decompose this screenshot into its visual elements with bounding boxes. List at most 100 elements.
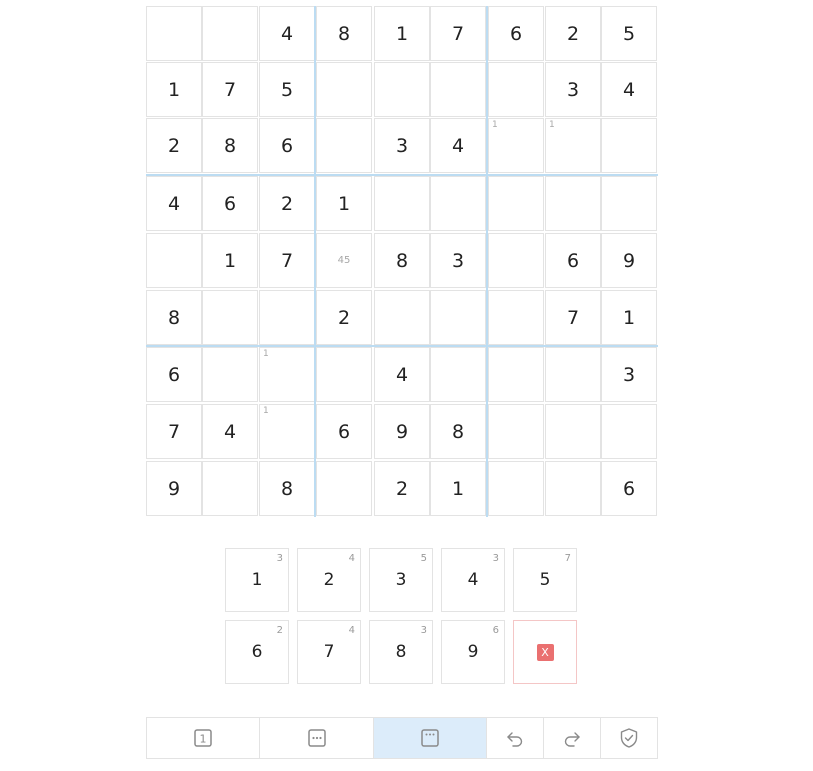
cell-r2c2[interactable]: 7	[202, 62, 258, 117]
cell-r1c6[interactable]: 7	[430, 6, 486, 61]
cell-r9c4[interactable]	[316, 461, 372, 516]
cell-r7c5[interactable]: 4	[374, 347, 430, 402]
cell-r1c7[interactable]: 6	[488, 6, 544, 61]
cell-r8c3[interactable]: 1	[259, 404, 315, 459]
cell-r6c9[interactable]: 1	[601, 290, 657, 345]
corner-mode-button[interactable]	[260, 718, 374, 758]
digit-key-6[interactable]: 62	[225, 620, 289, 684]
cell-r8c8[interactable]	[545, 404, 601, 459]
cell-r8c7[interactable]	[488, 404, 544, 459]
cell-r2c8[interactable]: 3	[545, 62, 601, 117]
cell-r7c1[interactable]: 6	[146, 347, 202, 402]
cell-r5c8[interactable]: 6	[545, 233, 601, 288]
cell-r7c7[interactable]	[488, 347, 544, 402]
cell-r2c3[interactable]: 5	[259, 62, 315, 117]
cell-r6c2[interactable]	[202, 290, 258, 345]
cell-r2c6[interactable]	[430, 62, 486, 117]
cell-r9c9[interactable]: 6	[601, 461, 657, 516]
cell-r9c1[interactable]: 9	[146, 461, 202, 516]
cell-r5c7[interactable]	[488, 233, 544, 288]
cell-r1c2[interactable]	[202, 6, 258, 61]
cell-r4c2[interactable]: 6	[202, 176, 258, 231]
cell-value: 3	[622, 363, 636, 386]
cell-r8c5[interactable]: 9	[374, 404, 430, 459]
cell-r4c9[interactable]	[601, 176, 657, 231]
cell-r5c5[interactable]: 8	[374, 233, 430, 288]
cell-r4c6[interactable]	[430, 176, 486, 231]
erase-button[interactable]: X	[513, 620, 577, 684]
cell-r6c6[interactable]	[430, 290, 486, 345]
cell-r5c3[interactable]: 7	[259, 233, 315, 288]
cell-r3c4[interactable]	[316, 118, 372, 173]
cell-r5c9[interactable]: 9	[601, 233, 657, 288]
cell-r4c7[interactable]	[488, 176, 544, 231]
cell-r3c7[interactable]: 1	[488, 118, 544, 173]
cell-r9c2[interactable]	[202, 461, 258, 516]
cell-r1c5[interactable]: 1	[374, 6, 430, 61]
cell-r1c9[interactable]: 5	[601, 6, 657, 61]
digit-key-7[interactable]: 74	[297, 620, 361, 684]
cell-r6c8[interactable]: 7	[545, 290, 601, 345]
cell-r1c3[interactable]: 4	[259, 6, 315, 61]
cell-r7c2[interactable]	[202, 347, 258, 402]
cell-r2c7[interactable]	[488, 62, 544, 117]
cell-r5c4[interactable]: 45	[316, 233, 372, 288]
cell-r6c7[interactable]	[488, 290, 544, 345]
cell-r5c2[interactable]: 1	[202, 233, 258, 288]
cell-r1c4[interactable]: 8	[316, 6, 372, 61]
cell-r8c4[interactable]: 6	[316, 404, 372, 459]
cell-r3c5[interactable]: 3	[374, 118, 430, 173]
cell-r4c5[interactable]	[374, 176, 430, 231]
cell-r2c9[interactable]: 4	[601, 62, 657, 117]
cell-r3c6[interactable]: 4	[430, 118, 486, 173]
cell-r8c2[interactable]: 4	[202, 404, 258, 459]
cell-r4c1[interactable]: 4	[146, 176, 202, 231]
cell-r3c1[interactable]: 2	[146, 118, 202, 173]
cell-r9c6[interactable]: 1	[430, 461, 486, 516]
cell-r6c5[interactable]	[374, 290, 430, 345]
cell-r3c2[interactable]: 8	[202, 118, 258, 173]
cell-r9c8[interactable]	[545, 461, 601, 516]
cell-r7c4[interactable]	[316, 347, 372, 402]
cell-r5c6[interactable]: 3	[430, 233, 486, 288]
cell-r8c9[interactable]	[601, 404, 657, 459]
digit-key-9[interactable]: 96	[441, 620, 505, 684]
cell-r7c8[interactable]	[545, 347, 601, 402]
undo-button[interactable]	[487, 718, 544, 758]
digit-key-2[interactable]: 24	[297, 548, 361, 612]
normal-mode-button[interactable]: 1	[147, 718, 260, 758]
cell-r3c9[interactable]	[601, 118, 657, 173]
cell-r5c1[interactable]	[146, 233, 202, 288]
cell-r6c1[interactable]: 8	[146, 290, 202, 345]
cell-r8c1[interactable]: 7	[146, 404, 202, 459]
cell-r7c3[interactable]: 1	[259, 347, 315, 402]
cell-r7c6[interactable]	[430, 347, 486, 402]
digit-key-4[interactable]: 43	[441, 548, 505, 612]
cell-r9c7[interactable]	[488, 461, 544, 516]
cell-r8c6[interactable]: 8	[430, 404, 486, 459]
check-button[interactable]	[601, 718, 657, 758]
center-mode-button[interactable]	[374, 718, 487, 758]
cell-r1c8[interactable]: 2	[545, 6, 601, 61]
pencil-mark: 1	[263, 406, 269, 416]
digit-key-5[interactable]: 57	[513, 548, 577, 612]
digit-key-1[interactable]: 13	[225, 548, 289, 612]
cell-r3c3[interactable]: 6	[259, 118, 315, 173]
cell-r2c1[interactable]: 1	[146, 62, 202, 117]
cell-r7c9[interactable]: 3	[601, 347, 657, 402]
cell-r6c4[interactable]: 2	[316, 290, 372, 345]
digit-key-8[interactable]: 83	[369, 620, 433, 684]
cell-r4c4[interactable]: 1	[316, 176, 372, 231]
cell-r9c3[interactable]: 8	[259, 461, 315, 516]
digit-key-3[interactable]: 35	[369, 548, 433, 612]
cell-r1c1[interactable]	[146, 6, 202, 61]
digit-label: 4	[467, 570, 479, 590]
cell-r3c8[interactable]: 1	[545, 118, 601, 173]
cell-r4c8[interactable]	[545, 176, 601, 231]
redo-button[interactable]	[544, 718, 601, 758]
cell-r6c3[interactable]	[259, 290, 315, 345]
cell-r2c5[interactable]	[374, 62, 430, 117]
cell-r2c4[interactable]	[316, 62, 372, 117]
cell-r9c5[interactable]: 2	[374, 461, 430, 516]
cell-r4c3[interactable]: 2	[259, 176, 315, 231]
